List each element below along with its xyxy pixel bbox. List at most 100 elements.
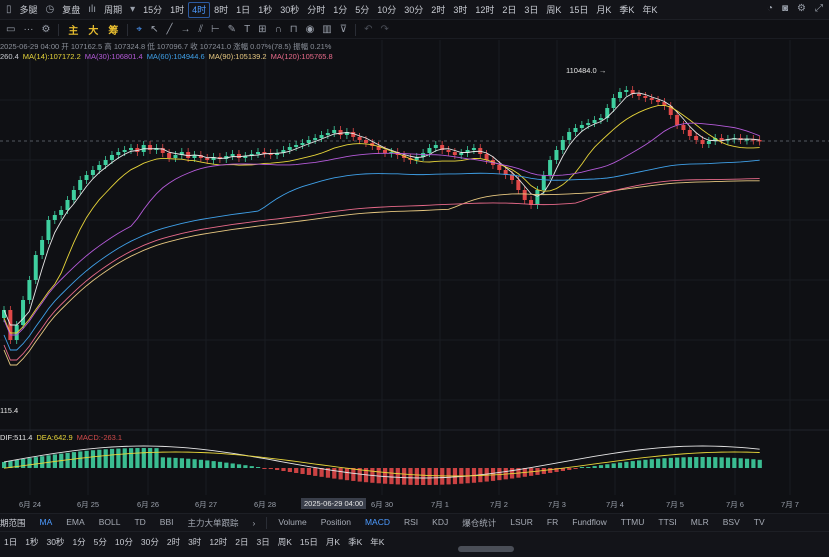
- bottom-interval-7[interactable]: 2时: [163, 536, 184, 548]
- interval-7[interactable]: 分时: [303, 1, 329, 19]
- filter-icon[interactable]: ⊽: [336, 24, 351, 35]
- text-icon[interactable]: T: [240, 24, 254, 35]
- sub-indicator-tab-8[interactable]: Fundflow: [565, 517, 614, 529]
- interval-11[interactable]: 30分: [400, 1, 427, 19]
- bottom-interval-10[interactable]: 2日: [231, 536, 252, 548]
- sub-indicator-tab-1[interactable]: Position: [314, 517, 358, 529]
- interval-9[interactable]: 5分: [351, 1, 373, 19]
- bottom-interval-3[interactable]: 1分: [68, 536, 89, 548]
- settings-icon[interactable]: ⚙: [797, 3, 806, 14]
- candle: [617, 92, 622, 98]
- line-icon[interactable]: ╱: [162, 24, 176, 35]
- interval-0[interactable]: 15分: [139, 1, 166, 19]
- cursor-icon[interactable]: ↖: [146, 24, 162, 35]
- bottom-interval-13[interactable]: 15日: [296, 536, 322, 548]
- sub-indicator-tab-7[interactable]: FR: [540, 517, 565, 529]
- chart-canvas[interactable]: [0, 40, 829, 497]
- indicator-tag-0[interactable]: 主: [63, 22, 83, 37]
- interval-4[interactable]: 1日: [232, 1, 254, 19]
- bottom-interval-0[interactable]: 1日: [0, 536, 21, 548]
- replay-button[interactable]: 复盘: [58, 1, 84, 19]
- bottom-interval-5[interactable]: 10分: [111, 536, 137, 548]
- fullscreen-icon[interactable]: ⤢: [815, 3, 823, 14]
- symbol-label[interactable]: 多腿: [16, 1, 42, 19]
- sub-indicator-tab-12[interactable]: BSV: [716, 517, 747, 529]
- interval-21[interactable]: 年K: [638, 1, 661, 19]
- sub-indicator-tab-9[interactable]: TTMU: [614, 517, 652, 529]
- sub-indicator-tab-3[interactable]: RSI: [397, 517, 425, 529]
- candle-icon[interactable]: ▯: [2, 4, 16, 15]
- main-indicator-tab-5[interactable]: 主力大单跟踪: [180, 517, 245, 529]
- chart-type-icon[interactable]: ılı: [84, 4, 100, 15]
- redo-icon[interactable]: ↷: [376, 24, 392, 35]
- main-indicator-tab-3[interactable]: TD: [127, 517, 152, 529]
- undo-icon[interactable]: ↶: [360, 24, 376, 35]
- period-dropdown[interactable]: 周期: [100, 1, 126, 19]
- main-indicator-tab-2[interactable]: BOLL: [92, 517, 128, 529]
- candle: [186, 152, 191, 158]
- candle: [687, 130, 692, 136]
- sub-indicator-tab-5[interactable]: 爆仓统计: [455, 517, 503, 529]
- sub-indicator-tab-6[interactable]: LSUR: [503, 517, 540, 529]
- magnet-icon[interactable]: ∩: [271, 24, 286, 35]
- bottom-interval-2[interactable]: 30秒: [42, 536, 68, 548]
- indicator-tag-1[interactable]: 大: [83, 22, 103, 37]
- eye-icon[interactable]: ◉: [302, 24, 319, 35]
- interval-1[interactable]: 1时: [166, 1, 188, 19]
- interval-15[interactable]: 2日: [498, 1, 520, 19]
- brush-icon[interactable]: ✎: [224, 24, 240, 35]
- ray-icon[interactable]: →: [176, 24, 194, 35]
- interval-3[interactable]: 8时: [210, 1, 232, 19]
- interval-13[interactable]: 3时: [449, 1, 471, 19]
- bottom-interval-14[interactable]: 月K: [322, 536, 344, 548]
- interval-2[interactable]: 4时: [188, 1, 211, 18]
- chevron-right-icon[interactable]: ›: [246, 518, 263, 528]
- sub-indicator-tab-11[interactable]: MLR: [684, 517, 716, 529]
- bottom-interval-11[interactable]: 3日: [253, 536, 274, 548]
- interval-16[interactable]: 3日: [520, 1, 542, 19]
- indicator-tag-2[interactable]: 筹: [103, 22, 123, 37]
- channel-icon[interactable]: ⫽: [194, 24, 206, 35]
- crosshair-icon[interactable]: ⌖: [132, 24, 146, 35]
- scrollbar[interactable]: [458, 546, 514, 552]
- trash-icon[interactable]: ▥: [318, 24, 335, 35]
- bottom-interval-4[interactable]: 5分: [90, 536, 111, 548]
- bottom-interval-9[interactable]: 12时: [205, 536, 231, 548]
- bottom-interval-6[interactable]: 30分: [137, 536, 163, 548]
- rectangle-icon[interactable]: ▭: [2, 24, 19, 35]
- sub-indicator-tab-2[interactable]: MACD: [358, 517, 397, 529]
- more-icon[interactable]: ···: [19, 24, 37, 35]
- bottom-interval-8[interactable]: 3时: [184, 536, 205, 548]
- settings-icon[interactable]: ⚙: [37, 24, 54, 35]
- clock-icon[interactable]: ◔: [767, 3, 773, 14]
- lock-icon[interactable]: ⊓: [286, 24, 302, 35]
- interval-20[interactable]: 季K: [615, 1, 638, 19]
- macd-bar: [40, 456, 45, 468]
- range-label[interactable]: 期范围: [0, 517, 33, 529]
- sub-indicator-tab-0[interactable]: Volume: [271, 517, 313, 529]
- bottom-interval-15[interactable]: 季K: [344, 536, 366, 548]
- interval-19[interactable]: 月K: [592, 1, 615, 19]
- replay-icon[interactable]: ◷: [42, 4, 59, 15]
- sub-indicator-tab-13[interactable]: TV: [747, 517, 772, 529]
- sub-indicator-tab-4[interactable]: KDJ: [425, 517, 455, 529]
- main-indicator-tab-1[interactable]: EMA: [59, 517, 91, 529]
- interval-8[interactable]: 1分: [329, 1, 351, 19]
- interval-14[interactable]: 12时: [471, 1, 498, 19]
- camera-icon[interactable]: ◙: [782, 3, 788, 14]
- bottom-interval-12[interactable]: 周K: [274, 536, 296, 548]
- ruler-icon[interactable]: ⊢: [207, 24, 224, 35]
- main-indicator-tab-4[interactable]: BBI: [153, 517, 181, 529]
- sub-indicator-tab-10[interactable]: TTSI: [651, 517, 683, 529]
- interval-5[interactable]: 1秒: [254, 1, 276, 19]
- bottom-interval-1[interactable]: 1秒: [21, 536, 42, 548]
- interval-17[interactable]: 周K: [542, 1, 565, 19]
- interval-12[interactable]: 2时: [427, 1, 449, 19]
- bottom-interval-16[interactable]: 年K: [366, 536, 388, 548]
- chevron-down-icon[interactable]: ▾: [126, 4, 139, 15]
- grid-icon[interactable]: ⊞: [254, 24, 270, 35]
- main-indicator-tab-0[interactable]: MA: [33, 517, 60, 529]
- interval-10[interactable]: 10分: [373, 1, 400, 19]
- interval-18[interactable]: 15日: [565, 1, 592, 19]
- interval-6[interactable]: 30秒: [276, 1, 303, 19]
